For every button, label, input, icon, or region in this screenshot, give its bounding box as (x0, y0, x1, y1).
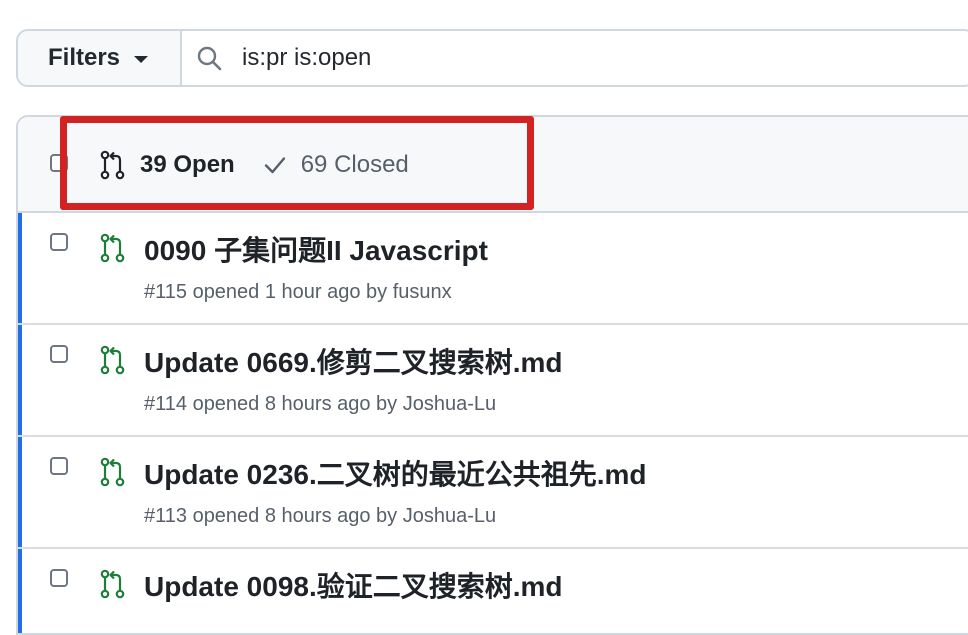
tab-closed-label: 69 Closed (300, 151, 409, 178)
row-checkbox[interactable] (50, 457, 68, 475)
tab-open-label: 39 Open (140, 151, 235, 178)
row-checkbox[interactable] (50, 569, 68, 587)
row-checkbox[interactable] (50, 345, 68, 363)
pull-request-row: Update 0098.验证二叉搜索树.md (18, 549, 968, 633)
select-all-checkbox[interactable] (50, 154, 68, 172)
pull-request-row: Update 0236.二叉树的最近公共祖先.md #113 opened 8 … (18, 437, 968, 549)
open-pull-request-icon (100, 233, 125, 263)
list-header: 39 Open 69 Closed (18, 117, 968, 213)
open-pull-request-icon (100, 345, 125, 375)
search-input[interactable] (240, 43, 844, 73)
pull-request-meta: #114 opened 8 hours ago by Joshua-Lu (144, 393, 497, 415)
pull-request-title-link[interactable]: Update 0669.修剪二叉搜索树.md (144, 341, 563, 381)
pull-request-title-link[interactable]: Update 0236.二叉树的最近公共祖先.md (144, 453, 647, 493)
filters-button[interactable]: Filters (18, 31, 182, 85)
tab-closed[interactable]: 69 Closed (263, 151, 409, 179)
pull-request-title-link[interactable]: Update 0098.验证二叉搜索树.md (144, 565, 563, 605)
open-pull-request-icon (100, 569, 125, 599)
search-area (182, 31, 968, 85)
row-checkbox[interactable] (50, 233, 68, 251)
state-tabs: 39 Open 69 Closed (100, 147, 409, 183)
tab-open[interactable]: 39 Open (100, 150, 235, 180)
pull-request-meta: #113 opened 8 hours ago by Joshua-Lu (144, 505, 497, 527)
pull-request-row: Update 0669.修剪二叉搜索树.md #114 opened 8 hou… (18, 325, 968, 437)
filters-button-label: Filters (48, 44, 121, 71)
pull-request-meta: #115 opened 1 hour ago by fusunx (144, 281, 452, 303)
pull-request-icon (100, 150, 125, 180)
filter-bar: Filters (16, 29, 968, 87)
pull-request-title-link[interactable]: 0090 子集问题II Javascript (144, 229, 488, 269)
open-pull-request-icon (100, 457, 125, 487)
pull-request-row: 0090 子集问题II Javascript #115 opened 1 hou… (18, 213, 968, 325)
caret-down-icon (134, 56, 149, 63)
pull-request-list: 39 Open 69 Closed 0090 子集问题II Javascript… (16, 115, 968, 635)
check-icon (264, 157, 285, 174)
search-icon (197, 46, 222, 71)
